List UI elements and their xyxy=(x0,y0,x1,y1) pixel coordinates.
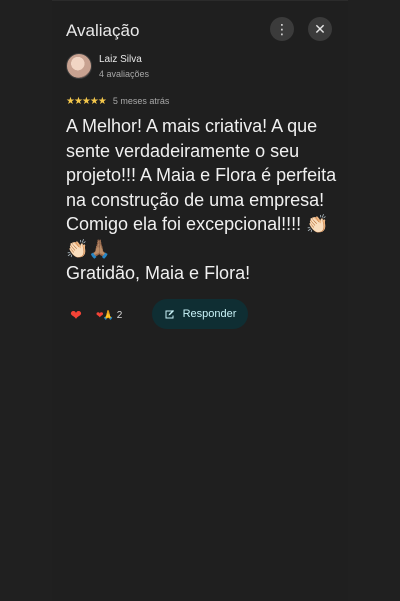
review-time: 5 meses atrás xyxy=(112,96,170,106)
dialog-title: Avaliação xyxy=(66,21,140,40)
heart-icon: ❤ xyxy=(70,306,82,323)
star-rating: ★★★★★ xyxy=(66,95,107,107)
rating-row: ★★★★★ 5 meses atrás xyxy=(66,94,306,108)
reply-button[interactable]: Responder xyxy=(152,299,248,329)
review-text: A Melhor! A mais criativa! A que sente v… xyxy=(66,116,337,283)
reply-label: Responder xyxy=(182,308,237,320)
avatar[interactable] xyxy=(66,53,92,79)
more-vert-icon: ⋮ xyxy=(275,21,289,37)
author-name[interactable]: Laiz Silva xyxy=(99,54,142,65)
reply-edit-icon xyxy=(165,310,174,319)
more-options-button[interactable]: ⋮ xyxy=(270,17,294,41)
reaction-icons: ❤🙏 xyxy=(96,309,114,320)
review-dialog: Avaliação ⋮ ✕ Laiz Silva 4 avaliações ★★… xyxy=(52,0,348,601)
author-review-count: 4 avaliações xyxy=(99,69,150,79)
review-actions: ❤ ❤🙏 2 Responder xyxy=(66,299,326,331)
review-author[interactable]: Laiz Silva 4 avaliações xyxy=(66,53,326,81)
heart-reaction-button[interactable]: ❤ xyxy=(66,305,86,325)
reaction-summary[interactable]: ❤🙏 2 xyxy=(96,308,122,322)
close-button[interactable]: ✕ xyxy=(308,17,332,41)
close-icon: ✕ xyxy=(314,21,326,37)
reaction-count: 2 xyxy=(116,309,123,321)
dialog-header: Avaliação ⋮ ✕ xyxy=(66,13,334,47)
